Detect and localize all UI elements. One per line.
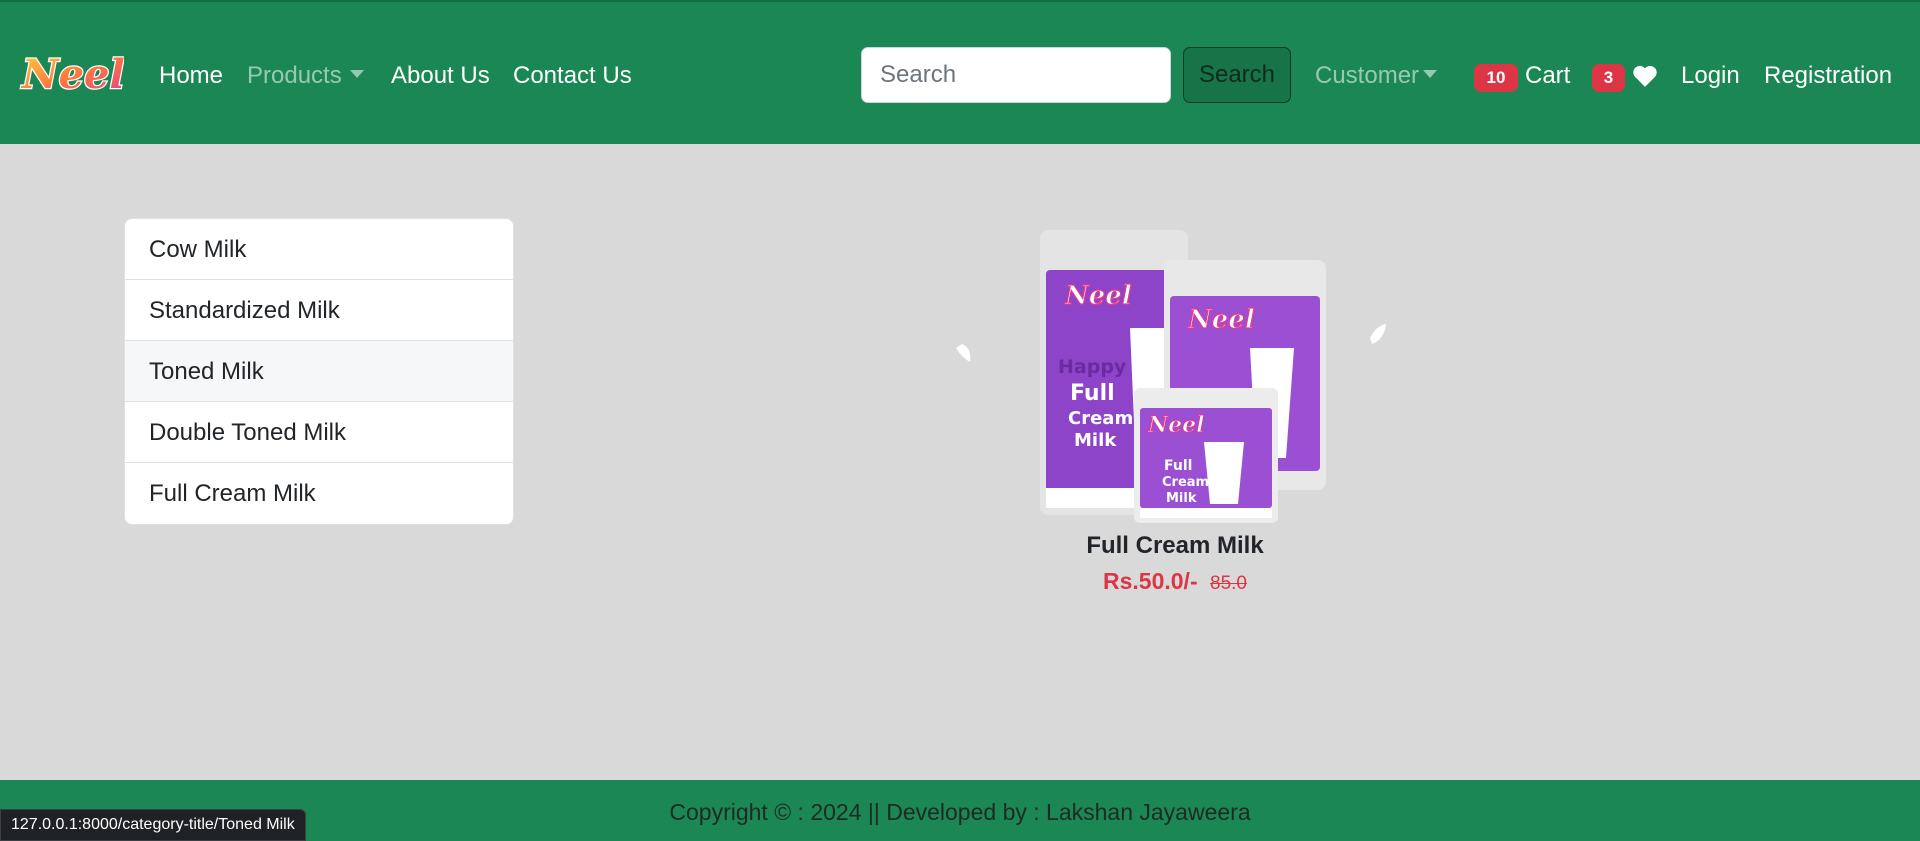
- cart-count-badge: 10: [1474, 64, 1518, 92]
- search-button[interactable]: Search: [1183, 47, 1291, 103]
- svg-text:Full: Full: [1070, 381, 1115, 406]
- navbar: Neel Home Products About Us Contact Us S…: [0, 0, 1920, 144]
- category-item-double-toned-milk[interactable]: Double Toned Milk: [125, 402, 513, 463]
- browser-status-bar: 127.0.0.1:8000/category-title/Toned Milk: [0, 809, 306, 841]
- nav-customer-label: Customer: [1315, 62, 1420, 89]
- svg-text:Milk: Milk: [1166, 491, 1197, 506]
- wishlist-count-badge: 3: [1592, 64, 1625, 92]
- svg-text:Neel: Neel: [1187, 305, 1255, 335]
- nav-products-dropdown[interactable]: Products: [247, 60, 364, 92]
- milk-pack-small: Neel Full Cream Milk: [1134, 388, 1278, 523]
- chevron-down-icon: [1423, 69, 1438, 78]
- chevron-down-icon: [349, 69, 364, 78]
- svg-text:Cream: Cream: [1162, 475, 1209, 490]
- nav-contact[interactable]: Contact Us: [513, 60, 632, 92]
- product-price: Rs.50.0/-: [1103, 568, 1198, 594]
- product-old-price: 85.0: [1210, 573, 1247, 594]
- nav-cart[interactable]: Cart: [1525, 60, 1570, 92]
- product-price-row: Rs.50.0/- 85.0: [950, 568, 1400, 595]
- nav-customer-dropdown[interactable]: Customer: [1315, 60, 1438, 92]
- svg-text:Milk: Milk: [1074, 430, 1117, 451]
- logo-text: Neel: [20, 51, 124, 98]
- heart-icon[interactable]: [1632, 64, 1658, 88]
- nav-registration[interactable]: Registration: [1764, 60, 1892, 92]
- splash-right-icon: [1370, 324, 1386, 344]
- splash-left-icon: [956, 344, 971, 362]
- category-list: Cow Milk Standardized Milk Toned Milk Do…: [124, 218, 514, 525]
- nav-products-label: Products: [247, 62, 342, 89]
- nav-login[interactable]: Login: [1681, 60, 1740, 92]
- category-item-cow-milk[interactable]: Cow Milk: [125, 219, 513, 280]
- brand-logo[interactable]: Neel: [18, 48, 124, 100]
- category-item-standardized-milk[interactable]: Standardized Milk: [125, 280, 513, 341]
- svg-text:Neel: Neel: [1147, 412, 1204, 438]
- svg-text:Full: Full: [1164, 458, 1192, 474]
- footer-copyright: Copyright © : 2024 || Developed by : Lak…: [669, 799, 1251, 825]
- package-brand-text: Neel: [1064, 281, 1132, 311]
- svg-text:Happy: Happy: [1058, 356, 1127, 378]
- category-item-full-cream-milk[interactable]: Full Cream Milk: [125, 463, 513, 524]
- nav-about[interactable]: About Us: [391, 60, 490, 92]
- product-name[interactable]: Full Cream Milk: [950, 532, 1400, 560]
- search-input[interactable]: [861, 47, 1171, 103]
- product-card[interactable]: Neel Happy Full Cream Milk Neel Neel Ful…: [950, 218, 1400, 594]
- category-item-toned-milk[interactable]: Toned Milk: [125, 341, 513, 402]
- svg-text:Cream: Cream: [1068, 408, 1133, 429]
- nav-home[interactable]: Home: [159, 60, 223, 92]
- product-image[interactable]: Neel Happy Full Cream Milk Neel Neel Ful…: [950, 218, 1400, 528]
